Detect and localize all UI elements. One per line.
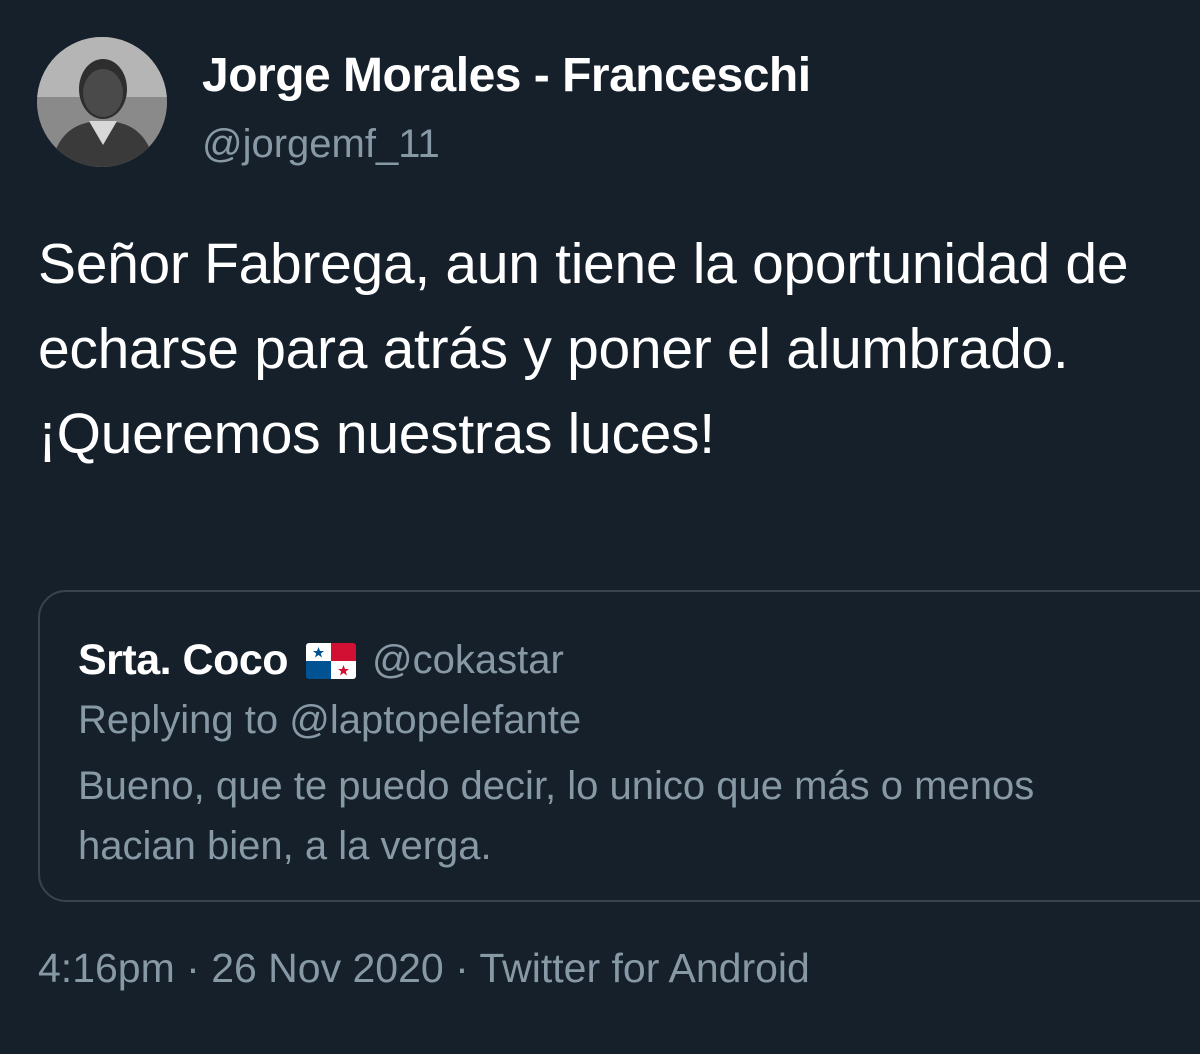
tweet-text: Señor Fabrega, aun tiene la oportunidad …: [38, 232, 1129, 466]
author-display-name[interactable]: Jorge Morales - Franceschi: [202, 48, 811, 103]
author-handle[interactable]: @jorgemf_11: [202, 122, 440, 167]
panama-flag-icon: [306, 642, 357, 679]
quoted-tweet-text: Bueno, que te puedo decir, lo unico que …: [78, 764, 1035, 868]
quoted-author-display-name: Srta. Coco: [78, 636, 289, 684]
quoted-author-handle: @cokastar: [372, 638, 564, 682]
profile-photo-icon: [37, 37, 167, 167]
tweet-card: Jorge Morales - Franceschi @jorgemf_11 S…: [0, 0, 1200, 1054]
avatar[interactable]: [37, 37, 167, 167]
quoted-tweet-header: Srta. Coco @cokastar: [78, 636, 564, 685]
quoted-tweet-card[interactable]: Srta. Coco @cokastar Replying to @laptop…: [38, 590, 1200, 902]
replying-to-label: Replying to @laptopelefante: [78, 698, 582, 742]
tweet-timestamp-source[interactable]: 4:16pm · 26 Nov 2020 · Twitter for Andro…: [38, 945, 810, 992]
